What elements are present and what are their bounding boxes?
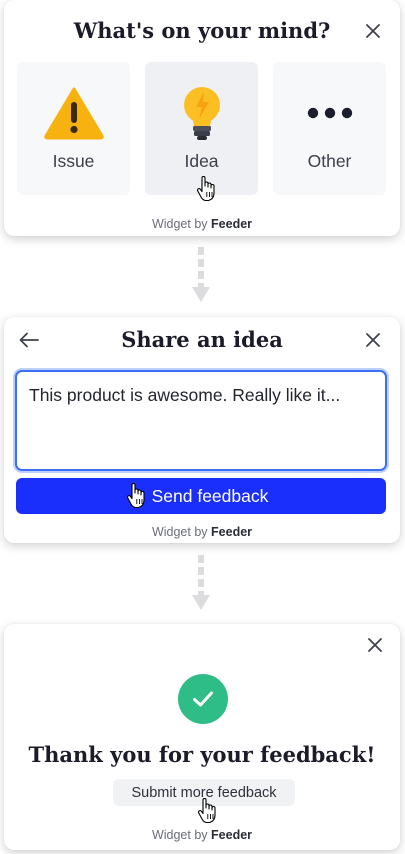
widget-credit-brand[interactable]: Feeder — [211, 828, 252, 842]
thank-you-card: Thank you for your feedback! Submit more… — [4, 624, 400, 850]
widget-credit-prefix: Widget by — [151, 525, 208, 539]
option-other[interactable]: Other — [273, 62, 386, 195]
warning-icon — [17, 84, 130, 142]
submit-more-feedback-button[interactable]: Submit more feedback — [113, 779, 295, 806]
thank-you-title: Thank you for your feedback! — [28, 742, 376, 767]
close-icon — [368, 638, 382, 652]
feedback-textarea[interactable]: This product is awesome. Really like it.… — [15, 370, 387, 471]
category-picker-title: What's on your mind? — [73, 18, 331, 43]
widget-credit-brand[interactable]: Feeder — [211, 525, 252, 539]
widget-credit-prefix: Widget by — [151, 828, 208, 842]
widget-credit: Widget by Feeder — [4, 525, 400, 539]
widget-credit-brand[interactable]: Feeder — [211, 217, 252, 231]
send-feedback-button[interactable]: Send feedback — [16, 478, 386, 514]
option-issue-label: Issue — [52, 151, 95, 171]
close-button[interactable] — [362, 20, 384, 42]
send-feedback-label: Send feedback — [151, 485, 269, 506]
widget-credit: Widget by Feeder — [4, 828, 400, 842]
option-other-label: Other — [307, 151, 352, 171]
close-button[interactable] — [362, 329, 384, 351]
checkmark-icon — [193, 691, 213, 707]
close-icon — [366, 24, 380, 38]
option-issue[interactable]: Issue — [17, 62, 130, 195]
category-picker-card: What's on your mind? Issue Idea Other Wi… — [4, 0, 400, 236]
more-dots-icon — [273, 84, 386, 142]
lightbulb-icon — [145, 84, 258, 142]
hand-cursor-icon — [126, 483, 145, 509]
flow-arrow-icon — [192, 555, 210, 610]
widget-credit-prefix: Widget by — [151, 217, 208, 231]
option-idea[interactable]: Idea — [145, 62, 258, 195]
option-idea-label: Idea — [184, 151, 219, 171]
widget-credit: Widget by Feeder — [4, 217, 400, 231]
close-icon — [366, 333, 380, 347]
success-badge — [178, 674, 228, 724]
close-button[interactable] — [364, 634, 386, 656]
flow-arrow-icon — [192, 247, 210, 302]
share-idea-card: Share an idea This product is awesome. R… — [4, 317, 400, 543]
share-idea-title: Share an idea — [121, 327, 283, 352]
